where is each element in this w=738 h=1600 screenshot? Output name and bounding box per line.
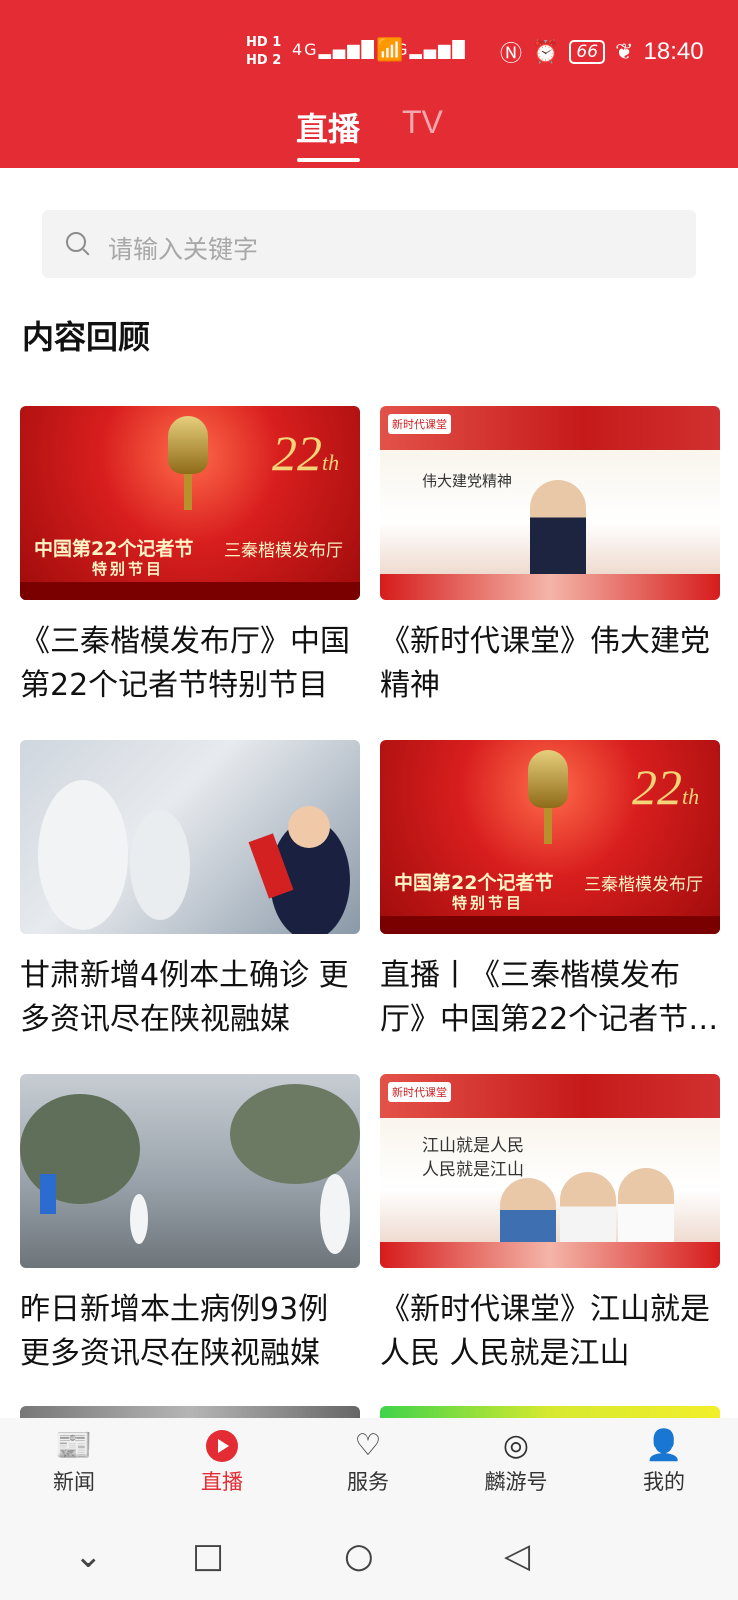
video-title[interactable]: 《新时代课堂》江山就是人民 人民就是江山 [380, 1288, 720, 1376]
bottom-nav: 📰 新闻 直播 ♡ 服务 ◎ 麟游号 👤 我的 [0, 1418, 738, 1516]
tab-live[interactable]: 直播 [296, 104, 360, 150]
nfc-icon: Ⓝ [500, 42, 523, 67]
thumb-subline: 特别节目 [92, 560, 165, 578]
thumb-headline: 伟大建党精神 [422, 472, 513, 490]
video-thumbnail[interactable]: 22th 中国第22个记者节 特别节目 三秦楷模发布厅 [20, 406, 360, 600]
home-icon[interactable]: ○ [344, 1536, 374, 1576]
microphone-graphic [528, 750, 568, 808]
system-navigation-bar: ⌄ □ ○ ◁ [0, 1516, 738, 1600]
video-thumbnail[interactable]: 新时代课堂 江山就是人民 人民就是江山 [380, 1074, 720, 1268]
thumb-headline: 中国第22个记者节 [394, 872, 554, 894]
back-icon[interactable]: ◁ [504, 1536, 530, 1576]
thumb-headline: 中国第22个记者节 [34, 538, 194, 560]
program-logo: 新时代课堂 [388, 414, 451, 434]
video-card[interactable]: 新时代课堂 江山就是人民 人民就是江山 《新时代课堂》江山就是人民 人民就是江山 [380, 1074, 720, 1376]
top-tabs: 直播 TV [0, 104, 738, 164]
video-card[interactable]: 22th 中国第22个记者节 特别节目 三秦楷模发布厅 《三秦楷模发布厅》中国第… [20, 406, 360, 708]
status-bar: HD 1 HD 2 4G▂▄▆█ 4G▂▄▆█ 📶 Ⓝ ⏰ 66 ❦ 18:40 [0, 30, 738, 80]
compass-icon: ◎ [502, 1428, 530, 1463]
video-thumbnail[interactable] [20, 1074, 360, 1268]
tab-tv[interactable]: TV [402, 104, 443, 141]
nav-live[interactable]: 直播 [172, 1426, 272, 1496]
next-thumbnail-partial[interactable] [20, 1406, 360, 1418]
thumb-subline: 特别节目 [452, 894, 525, 912]
thumb-number: 22th [272, 425, 340, 481]
video-card[interactable]: 22th 中国第22个记者节 特别节目 三秦楷模发布厅 直播丨《三秦楷模发布厅》… [380, 740, 720, 1042]
video-thumbnail[interactable]: 22th 中国第22个记者节 特别节目 三秦楷模发布厅 [380, 740, 720, 934]
next-thumbnail-partial[interactable] [380, 1406, 720, 1418]
section-title: 内容回顾 [22, 318, 151, 356]
wifi-icon: 📶 [376, 38, 404, 63]
live-play-icon [206, 1430, 238, 1462]
battery-icon: 66 [569, 40, 606, 64]
service-icon: ♡ [354, 1428, 382, 1463]
video-title[interactable]: 昨日新增本土病例93例 更多资讯尽在陕视融媒 [20, 1288, 360, 1376]
leaf-icon: ❦ [615, 39, 634, 65]
video-card[interactable]: 甘肃新增4例本土确诊 更多资讯尽在陕视融媒 [20, 740, 360, 1042]
video-card[interactable]: 昨日新增本土病例93例 更多资讯尽在陕视融媒 [20, 1074, 360, 1376]
program-logo: 新时代课堂 [388, 1082, 451, 1102]
tab-indicator [297, 158, 360, 162]
search-input[interactable]: 请输入关键字 [42, 210, 696, 278]
video-title[interactable]: 直播丨《三秦楷模发布厅》中国第22个记者节特别节目 [380, 954, 720, 1042]
thumb-program: 三秦楷模发布厅 [584, 875, 703, 895]
video-title[interactable]: 甘肃新增4例本土确诊 更多资讯尽在陕视融媒 [20, 954, 360, 1042]
thumb-program: 三秦楷模发布厅 [224, 541, 343, 561]
video-thumbnail[interactable] [20, 740, 360, 934]
profile-icon: 👤 [645, 1428, 683, 1463]
nav-profile[interactable]: 👤 我的 [614, 1426, 714, 1496]
thumb-number: 22th [632, 759, 700, 815]
nav-news[interactable]: 📰 新闻 [24, 1426, 124, 1496]
nav-service[interactable]: ♡ 服务 [318, 1426, 418, 1496]
recents-icon[interactable]: □ [192, 1536, 224, 1576]
video-thumbnail[interactable]: 新时代课堂 伟大建党精神 [380, 406, 720, 600]
search-icon [66, 232, 86, 252]
video-title[interactable]: 《新时代课堂》伟大建党精神 [380, 620, 720, 708]
microphone-graphic [168, 416, 208, 474]
nav-linyou[interactable]: ◎ 麟游号 [466, 1426, 566, 1496]
news-icon: 📰 [55, 1428, 93, 1463]
thumb-headline: 江山就是人民 人民就是江山 [422, 1136, 524, 1180]
app-header: HD 1 HD 2 4G▂▄▆█ 4G▂▄▆█ 📶 Ⓝ ⏰ 66 ❦ 18:40… [0, 0, 738, 168]
alarm-icon: ⏰ [532, 39, 560, 65]
clock: 18:40 [643, 38, 704, 65]
search-placeholder: 请输入关键字 [108, 235, 259, 264]
sim-indicators: HD 1 HD 2 [246, 35, 282, 68]
video-title[interactable]: 《三秦楷模发布厅》中国第22个记者节特别节目 [20, 620, 360, 708]
collapse-icon[interactable]: ⌄ [74, 1536, 103, 1576]
video-card[interactable]: 新时代课堂 伟大建党精神 《新时代课堂》伟大建党精神 [380, 406, 720, 708]
